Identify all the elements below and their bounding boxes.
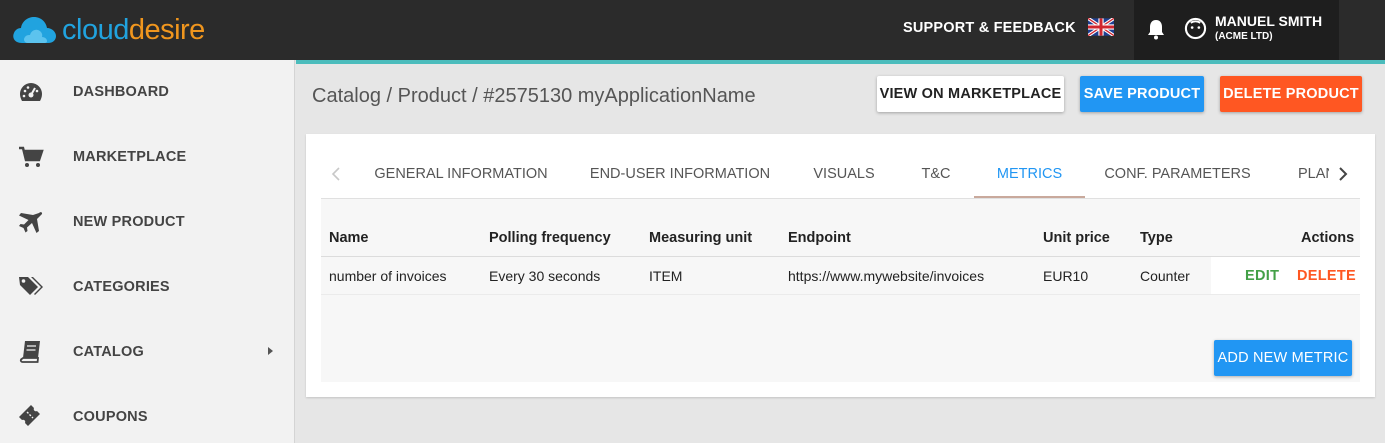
book-icon: [19, 341, 40, 363]
delete-metric-button[interactable]: DELETE: [1297, 268, 1356, 284]
ticket-icon: [19, 405, 40, 426]
sidebar-item-dashboard[interactable]: DASHBOARD: [0, 60, 295, 125]
bell-icon[interactable]: [1146, 18, 1166, 40]
column-header-measuring-unit: Measuring unit: [649, 230, 753, 246]
chevron-left-icon[interactable]: [330, 166, 342, 182]
tab-plans[interactable]: PLANS: [1298, 150, 1329, 198]
user-name: MANUEL SMITH: [1215, 13, 1323, 29]
tab-tc[interactable]: T&C: [897, 150, 975, 198]
cell-unit-price: EUR10: [1043, 268, 1089, 284]
chevron-right-icon[interactable]: [1336, 166, 1350, 182]
breadcrumb: Catalog / Product / #2575130 myApplicati…: [312, 85, 756, 107]
sidebar: DASHBOARD MARKETPLACE NEW PRODUCT CATEGO…: [0, 60, 295, 443]
column-header-name: Name: [329, 230, 369, 246]
tab-visuals[interactable]: VISUALS: [791, 150, 897, 198]
table-row-divider: [321, 294, 1360, 295]
sidebar-item-label: DASHBOARD: [73, 84, 170, 100]
sidebar-item-coupons[interactable]: COUPONS: [0, 385, 295, 443]
cloud-logo-icon: [13, 17, 56, 43]
metrics-table: [321, 199, 1360, 382]
sidebar-item-label: MARKETPLACE: [73, 149, 187, 165]
cell-name: number of invoices: [329, 268, 447, 284]
avatar-icon[interactable]: [1184, 17, 1207, 40]
column-header-actions: Actions: [1301, 230, 1355, 246]
tags-icon: [19, 277, 43, 295]
tab-general-information[interactable]: GENERAL INFORMATION: [353, 150, 569, 198]
sidebar-item-label: CATALOG: [73, 344, 144, 360]
airplane-icon: [19, 212, 43, 233]
table-header-divider: [321, 256, 1360, 257]
sidebar-item-label: CATEGORIES: [73, 279, 170, 295]
user-company: (ACME LTD): [1215, 31, 1273, 42]
cell-measuring-unit: ITEM: [649, 268, 683, 284]
cell-type: Counter: [1140, 268, 1190, 284]
tab-metrics[interactable]: METRICS: [974, 150, 1085, 198]
cell-polling-frequency: Every 30 seconds: [489, 268, 601, 284]
uk-flag-icon[interactable]: [1088, 18, 1114, 36]
sidebar-item-marketplace[interactable]: MARKETPLACE: [0, 125, 295, 190]
column-header-endpoint: Endpoint: [788, 230, 851, 246]
dashboard-gauge-icon: [20, 83, 42, 101]
cell-endpoint: https://www.mywebsite/invoices: [788, 268, 985, 284]
column-header-unit-price: Unit price: [1043, 230, 1110, 246]
edit-metric-button[interactable]: EDIT: [1245, 268, 1279, 284]
logo-text: clouddesire: [62, 14, 205, 46]
support-feedback-link[interactable]: SUPPORT & FEEDBACK: [903, 20, 1076, 36]
add-new-metric-button[interactable]: ADD NEW METRIC: [1214, 340, 1352, 376]
save-product-button[interactable]: SAVE PRODUCT: [1080, 76, 1204, 112]
tab-end-user-information[interactable]: END-USER INFORMATION: [569, 150, 791, 198]
delete-product-button[interactable]: DELETE PRODUCT: [1220, 76, 1362, 112]
sidebar-item-catalog[interactable]: CATALOG: [0, 320, 295, 385]
sidebar-item-label: NEW PRODUCT: [73, 214, 185, 230]
sidebar-item-label: COUPONS: [73, 409, 148, 425]
submenu-arrow-icon: [268, 347, 273, 355]
tab-strip: GENERAL INFORMATION END-USER INFORMATION…: [353, 150, 1329, 198]
logo[interactable]: clouddesire: [10, 13, 205, 47]
sidebar-item-categories[interactable]: CATEGORIES: [0, 255, 295, 320]
sidebar-item-new-product[interactable]: NEW PRODUCT: [0, 190, 295, 255]
view-on-marketplace-button[interactable]: VIEW ON MARKETPLACE: [877, 76, 1064, 112]
column-header-type: Type: [1140, 230, 1173, 246]
column-header-polling-frequency: Polling frequency: [489, 230, 611, 246]
cart-icon: [19, 146, 44, 167]
tab-conf-parameters[interactable]: CONF. PARAMETERS: [1085, 150, 1270, 198]
